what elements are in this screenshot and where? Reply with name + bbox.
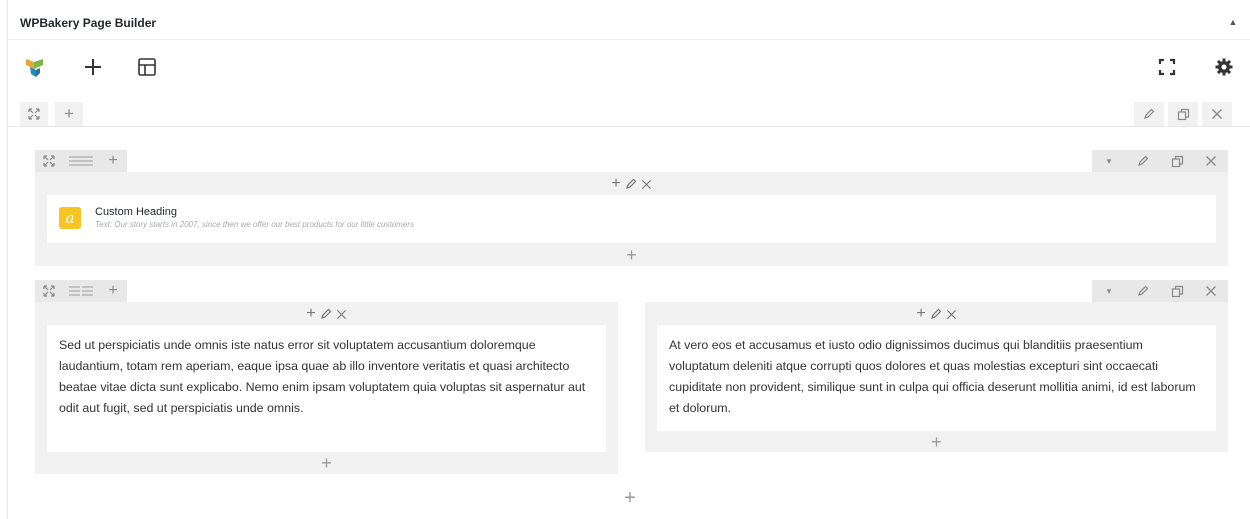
column-edit-icon[interactable] — [930, 308, 942, 320]
row-clone-icon[interactable] — [1168, 102, 1198, 126]
column-layout-icon[interactable] — [63, 150, 99, 172]
row-move-icon[interactable] — [35, 280, 63, 302]
column-edit-icon[interactable] — [625, 178, 637, 190]
row-clone-icon[interactable] — [1160, 280, 1194, 302]
column-edit-icon[interactable] — [320, 308, 332, 320]
column-delete-icon[interactable] — [641, 179, 652, 190]
column-add-element-icon[interactable]: + — [645, 432, 1228, 452]
custom-heading-element[interactable]: a Custom Heading Text: Our story starts … — [47, 195, 1216, 243]
settings-gear-icon[interactable] — [1211, 54, 1237, 80]
element-preview-text: Text: Our story starts in 2007, since th… — [95, 220, 414, 229]
row-2-column-2: + At vero eos et accusamus et iusto odio… — [645, 302, 1228, 452]
add-row-icon[interactable]: + — [618, 486, 642, 510]
row-1-right-controls: ▾ — [1092, 150, 1228, 172]
column-controls: + — [35, 174, 1228, 194]
column-add-element-icon[interactable]: + — [35, 453, 618, 473]
templates-icon[interactable] — [134, 54, 160, 80]
custom-heading-icon: a — [59, 207, 81, 229]
row-edit-icon[interactable] — [1126, 150, 1160, 172]
row-add-column-icon[interactable]: + — [99, 280, 127, 302]
add-element-icon[interactable] — [80, 54, 106, 80]
row-2-right-controls: ▾ — [1092, 280, 1228, 302]
column-add-element-icon[interactable]: + — [35, 245, 1228, 265]
wpbakery-logo-icon[interactable] — [22, 54, 48, 80]
column-add-icon[interactable]: + — [611, 175, 620, 193]
row-edit-icon[interactable] — [1134, 102, 1164, 126]
row-edit-icon[interactable] — [1126, 280, 1160, 302]
row-delete-icon[interactable] — [1194, 150, 1228, 172]
page-builder-panel: WPBakery Page Builder ▲ + + ▾ + a Custom… — [7, 0, 1250, 519]
panel-title: WPBakery Page Builder — [20, 16, 157, 30]
collapse-toggle-icon[interactable]: ▲ — [1227, 16, 1239, 28]
row-2-controls: + — [35, 280, 127, 302]
row-delete-icon[interactable] — [1202, 102, 1232, 126]
column-add-icon[interactable]: + — [306, 305, 315, 323]
row-1-controls: + — [35, 150, 127, 172]
row-collapse-icon[interactable]: ▾ — [1092, 280, 1126, 302]
column-delete-icon[interactable] — [336, 309, 347, 320]
text-block-element[interactable]: Sed ut perspiciatis unde omnis iste natu… — [47, 325, 606, 452]
builder-toolbar — [8, 41, 1250, 93]
row-add-column-icon[interactable]: + — [99, 150, 127, 172]
row-move-icon[interactable] — [20, 102, 48, 126]
row-add-column-icon[interactable]: + — [55, 102, 83, 126]
row-move-icon[interactable] — [35, 150, 63, 172]
element-name: Custom Heading — [95, 206, 177, 218]
row-2-column-1: + Sed ut perspiciatis unde omnis iste na… — [35, 302, 618, 474]
column-layout-icon[interactable] — [63, 280, 99, 302]
row-1: + ▾ + a Custom Heading Text: Our story s… — [35, 150, 1228, 266]
column-controls: + — [645, 304, 1228, 324]
text-block-element[interactable]: At vero eos et accusamus et iusto odio d… — [657, 325, 1216, 431]
row-1-column-1: + a Custom Heading Text: Our story start… — [35, 172, 1228, 266]
column-controls: + — [35, 304, 618, 324]
fullscreen-icon[interactable] — [1154, 54, 1180, 80]
column-add-icon[interactable]: + — [916, 305, 925, 323]
row-delete-icon[interactable] — [1194, 280, 1228, 302]
row-clone-icon[interactable] — [1160, 150, 1194, 172]
row-2: + ▾ + Sed ut perspiciatis unde omnis ist… — [35, 280, 1228, 474]
outer-row-controls: + — [8, 101, 1250, 127]
row-collapse-icon[interactable]: ▾ — [1092, 150, 1126, 172]
panel-header: WPBakery Page Builder ▲ — [8, 0, 1250, 40]
column-delete-icon[interactable] — [946, 309, 957, 320]
